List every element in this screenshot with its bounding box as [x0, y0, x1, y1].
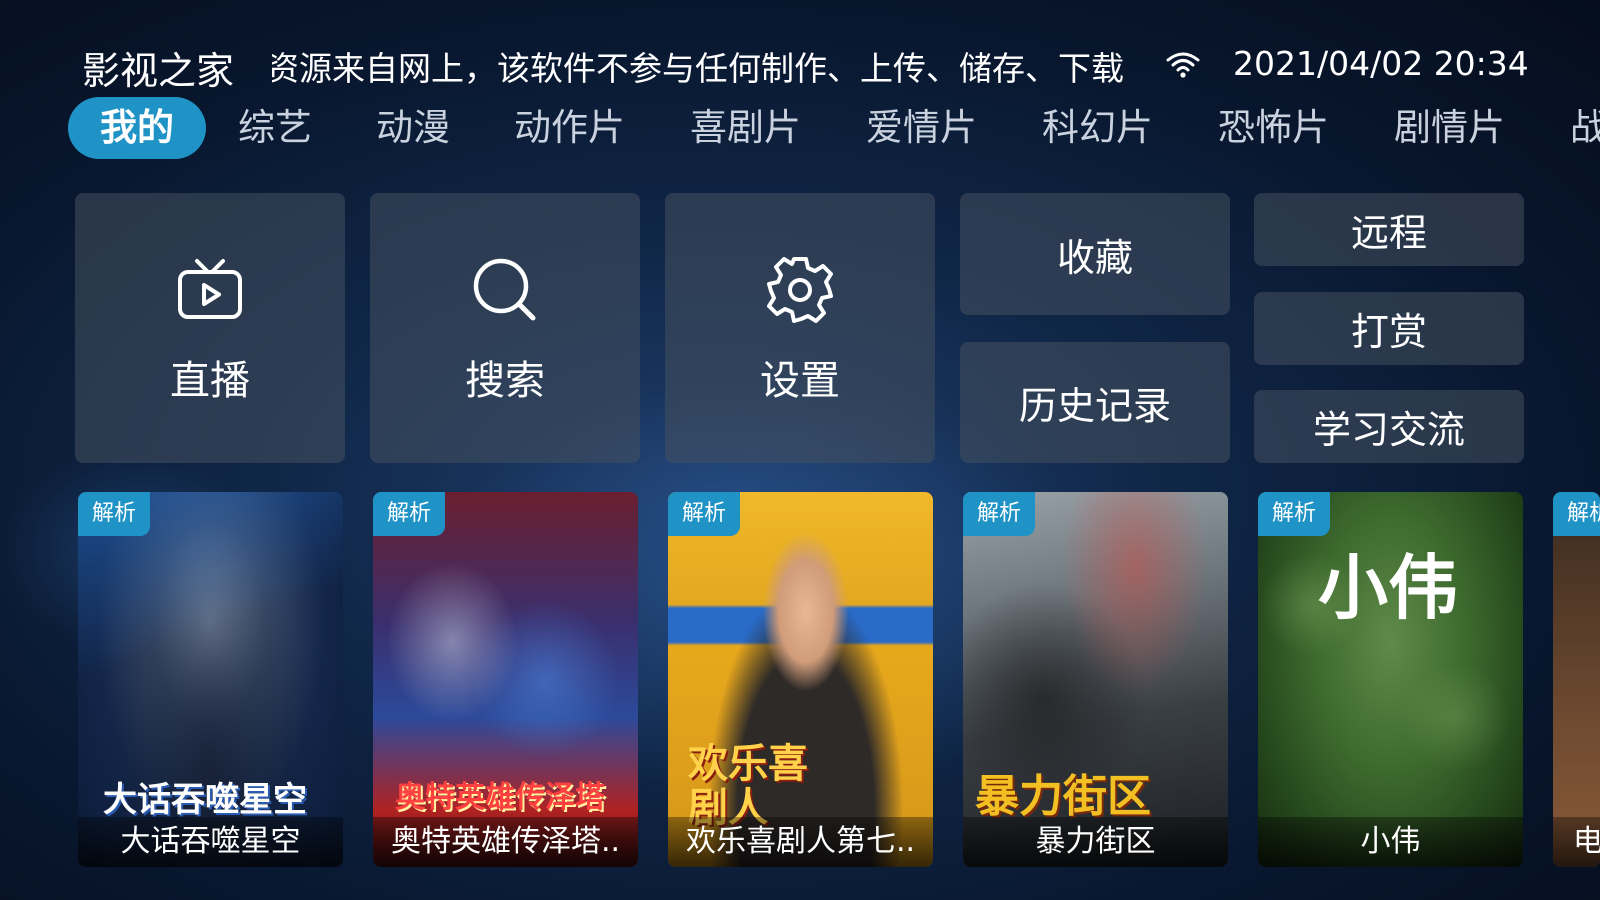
live-label: 直播: [170, 358, 250, 404]
wifi-icon: [1166, 52, 1200, 78]
search-icon: [473, 258, 536, 321]
tab-action[interactable]: 动作片: [514, 97, 625, 159]
video-card[interactable]: 欢乐喜剧人 解析 欢乐喜剧人第七..: [668, 492, 933, 867]
top-bar: 影视之家 资源来自网上，该软件不参与任何制作、上传、储存、下载 2021/04/…: [0, 0, 1600, 95]
tab-comedy[interactable]: 喜剧片: [690, 97, 801, 159]
category-tabs: 我的 综艺 动漫 动作片 喜剧片 爱情片 科幻片 恐怖片 剧情片 战: [68, 97, 1600, 159]
parse-badge: 解析: [668, 492, 740, 536]
settings-button[interactable]: 设置: [665, 193, 935, 463]
parse-badge: 解析: [1258, 492, 1330, 536]
tab-war[interactable]: 战: [1570, 97, 1600, 159]
tab-scifi[interactable]: 科幻片: [1042, 97, 1153, 159]
video-card[interactable]: 暴力街区 解析 暴力街区: [963, 492, 1228, 867]
notice-marquee: 资源来自网上，该软件不参与任何制作、上传、储存、下载: [272, 42, 1142, 90]
poster-image: [1553, 492, 1600, 867]
community-button[interactable]: 学习交流: [1254, 390, 1524, 463]
parse-badge: 解析: [373, 492, 445, 536]
search-button[interactable]: 搜索: [370, 193, 640, 463]
clock: 2021/04/02 20:34: [1233, 44, 1529, 83]
tip-label: 打赏: [1350, 310, 1427, 354]
poster-title-art: 大话吞噬星空: [103, 780, 307, 820]
history-label: 历史记录: [1018, 384, 1171, 428]
tv-play-icon: [178, 259, 242, 319]
parse-badge: 解析: [78, 492, 150, 536]
video-title: 暴力街区: [963, 817, 1228, 867]
tab-variety[interactable]: 综艺: [238, 97, 312, 159]
tab-anime[interactable]: 动漫: [376, 97, 450, 159]
remote-label: 远程: [1350, 211, 1427, 255]
video-card[interactable]: 小伟 解析 小伟: [1258, 492, 1523, 867]
video-title: 奥特英雄传泽塔..: [373, 817, 638, 867]
search-label: 搜索: [465, 358, 545, 404]
poster-title-art: 奥特英雄传泽塔: [395, 780, 605, 815]
video-title: 电: [1553, 817, 1600, 867]
settings-label: 设置: [760, 358, 840, 404]
notice-text: 资源来自网上，该软件不参与任何制作、上传、储存、下载: [272, 49, 1124, 88]
tab-romance[interactable]: 爱情片: [866, 97, 977, 159]
gear-icon: [767, 257, 833, 323]
video-title: 欢乐喜剧人第七..: [668, 817, 933, 867]
video-card[interactable]: 奥特英雄传泽塔 解析 奥特英雄传泽塔..: [373, 492, 638, 867]
parse-badge: 解析: [963, 492, 1035, 536]
tab-horror[interactable]: 恐怖片: [1218, 97, 1329, 159]
video-title: 大话吞噬星空: [78, 817, 343, 867]
tip-button[interactable]: 打赏: [1254, 292, 1524, 365]
video-card[interactable]: 解析 电: [1553, 492, 1600, 867]
parse-badge: 解析: [1553, 492, 1600, 536]
remote-button[interactable]: 远程: [1254, 193, 1524, 266]
live-button[interactable]: 直播: [75, 193, 345, 463]
favorites-label: 收藏: [1056, 235, 1133, 280]
tab-mine[interactable]: 我的: [68, 97, 206, 159]
video-title: 小伟: [1258, 817, 1523, 867]
app-title: 影视之家: [82, 49, 235, 93]
poster-title-art: 小伟: [1318, 546, 1458, 629]
poster-title-art: 暴力街区: [975, 771, 1151, 822]
favorites-button[interactable]: 收藏: [960, 193, 1230, 315]
video-card[interactable]: 大话吞噬星空 解析 大话吞噬星空: [78, 492, 343, 867]
tab-drama[interactable]: 剧情片: [1394, 97, 1505, 159]
community-label: 学习交流: [1312, 408, 1465, 452]
history-button[interactable]: 历史记录: [960, 342, 1230, 463]
